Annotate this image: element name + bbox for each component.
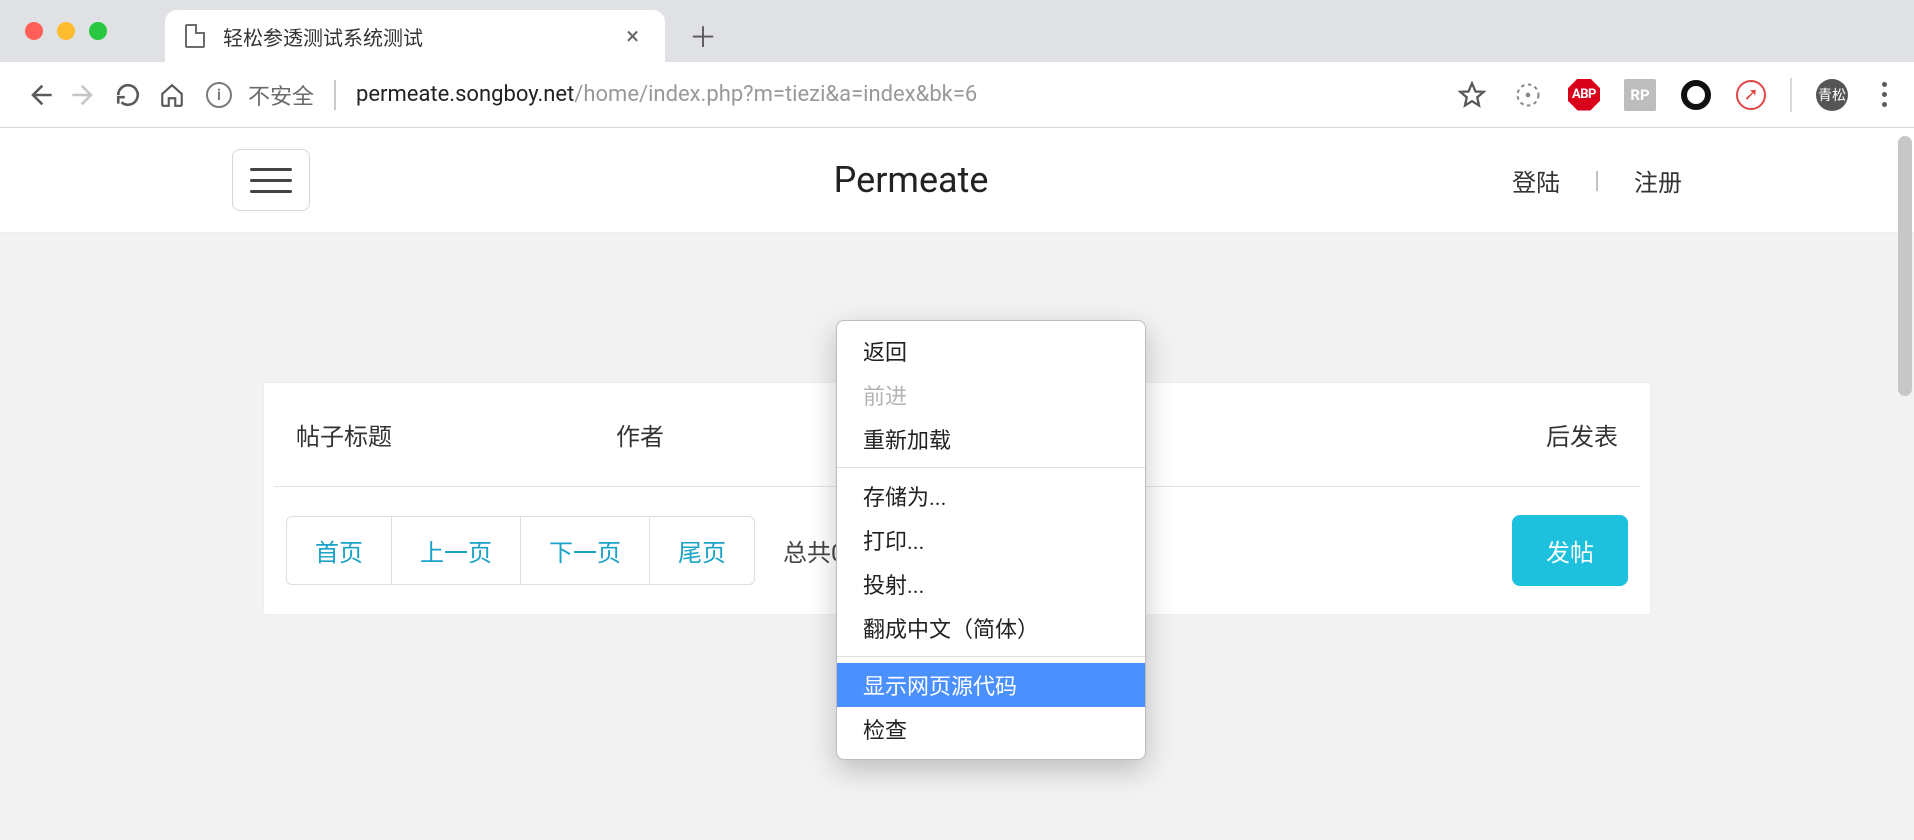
url-host: permeate.songboy.net xyxy=(356,82,574,107)
col-last: 后发表 xyxy=(1438,417,1618,452)
url-path: /home/index.php?m=tiezi&a=index&bk=6 xyxy=(574,82,977,107)
nav-home-button[interactable] xyxy=(150,73,194,117)
window-close-icon[interactable] xyxy=(25,22,43,40)
toolbar-separator xyxy=(1790,78,1792,112)
pager-prev[interactable]: 上一页 xyxy=(392,517,521,584)
window-controls xyxy=(25,22,107,40)
ctx-translate[interactable]: 翻成中文（简体） xyxy=(837,606,1145,650)
nav-back-button[interactable] xyxy=(18,73,62,117)
page-icon xyxy=(185,24,205,48)
ctx-save-as[interactable]: 存储为... xyxy=(837,474,1145,518)
ctx-inspect[interactable]: 检查 xyxy=(837,707,1145,751)
ctx-print[interactable]: 打印... xyxy=(837,518,1145,562)
window-minimize-icon[interactable] xyxy=(57,22,75,40)
browser-tab[interactable]: 轻松参透测试系统测试 × xyxy=(165,10,665,62)
context-menu: 返回 前进 重新加载 存储为... 打印... 投射... 翻成中文（简体） 显… xyxy=(836,320,1146,760)
insecure-label: 不安全 xyxy=(248,79,314,111)
tab-close-icon[interactable]: × xyxy=(626,22,639,50)
ctx-view-source[interactable]: 显示网页源代码 xyxy=(837,663,1145,707)
nav-forward-button[interactable] xyxy=(62,73,106,117)
new-tab-button[interactable]: ＋ xyxy=(683,16,723,56)
site-brand: Permeate xyxy=(310,159,1512,201)
ctx-cast[interactable]: 投射... xyxy=(837,562,1145,606)
extension-rocket-icon[interactable]: ➚ xyxy=(1736,80,1766,110)
col-title: 帖子标题 xyxy=(296,417,616,452)
address-divider xyxy=(334,80,336,110)
menu-toggle-button[interactable] xyxy=(232,149,310,211)
new-post-button[interactable]: 发帖 xyxy=(1512,515,1628,586)
ctx-separator xyxy=(837,467,1145,468)
site-info-icon[interactable]: i xyxy=(206,82,232,108)
window-zoom-icon[interactable] xyxy=(89,22,107,40)
ctx-forward: 前进 xyxy=(837,373,1145,417)
pager-first[interactable]: 首页 xyxy=(287,517,392,584)
pager-next[interactable]: 下一页 xyxy=(521,517,650,584)
browser-toolbar: i 不安全 permeate.songboy.net/home/index.ph… xyxy=(0,62,1914,128)
pager-last[interactable]: 尾页 xyxy=(650,517,754,584)
auth-links: 登陆 | 注册 xyxy=(1512,163,1682,198)
ctx-reload[interactable]: 重新加载 xyxy=(837,417,1145,461)
register-link[interactable]: 注册 xyxy=(1634,163,1682,198)
browser-tab-bar: 轻松参透测试系统测试 × ＋ xyxy=(0,0,1914,62)
ctx-back[interactable]: 返回 xyxy=(837,329,1145,373)
auth-separator: | xyxy=(1594,166,1600,194)
bookmark-star-icon[interactable] xyxy=(1456,79,1488,111)
login-link[interactable]: 登陆 xyxy=(1512,163,1560,198)
scrollbar-vertical[interactable] xyxy=(1898,136,1912,396)
pager: 首页 上一页 下一页 尾页 xyxy=(286,516,755,585)
extension-ring-icon[interactable] xyxy=(1680,79,1712,111)
toolbar-actions: ABP RP ➚ 青松 xyxy=(1456,78,1896,112)
site-header: Permeate 登陆 | 注册 xyxy=(0,128,1914,233)
url-text: permeate.songboy.net/home/index.php?m=ti… xyxy=(356,82,977,107)
nav-reload-button[interactable] xyxy=(106,73,150,117)
profile-avatar[interactable]: 青松 xyxy=(1816,79,1848,111)
extension-rp-icon[interactable]: RP xyxy=(1624,79,1656,111)
address-bar[interactable]: i 不安全 permeate.songboy.net/home/index.ph… xyxy=(206,72,1428,118)
tab-title: 轻松参透测试系统测试 xyxy=(223,22,423,51)
ctx-separator xyxy=(837,656,1145,657)
extension-abp-icon[interactable]: ABP xyxy=(1568,79,1600,111)
col-author: 作者 xyxy=(616,417,846,452)
extension-dashed-icon[interactable] xyxy=(1512,79,1544,111)
browser-menu-icon[interactable] xyxy=(1872,82,1896,107)
